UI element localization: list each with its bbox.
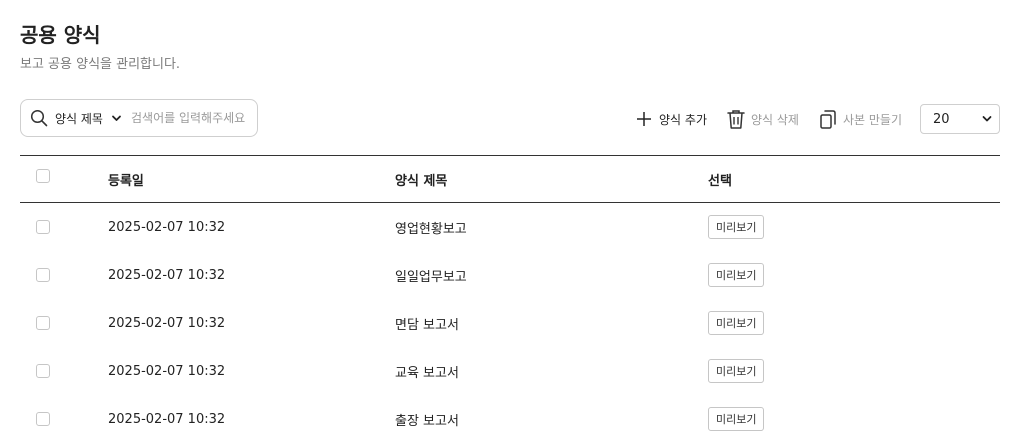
row-date: 2025-02-07 10:32 (108, 363, 226, 379)
row-date: 2025-02-07 10:32 (108, 315, 226, 331)
page-description: 보고 공용 양식을 관리합니다. (20, 57, 181, 72)
column-header-date: 등록일 (108, 173, 144, 189)
preview-button[interactable]: 미리보기 (708, 311, 765, 335)
row-checkbox[interactable] (36, 268, 50, 282)
add-form-button[interactable]: 양식 추가 (633, 108, 707, 130)
copy-icon (817, 108, 839, 130)
toolbar: 양식 추가 양식 삭제 사본 만들기 20 (633, 104, 1000, 134)
table-row: 2025-02-07 10:32 영업현황보고 미리보기 (20, 203, 1000, 251)
row-action-cell: 미리보기 (708, 251, 765, 299)
preview-button[interactable]: 미리보기 (708, 263, 765, 287)
row-action-cell: 미리보기 (708, 299, 765, 347)
search-input[interactable] (130, 111, 253, 125)
row-title: 교육 보고서 (395, 365, 459, 381)
table-row: 2025-02-07 10:32 출장 보고서 미리보기 (20, 395, 1000, 443)
trash-icon (725, 108, 747, 130)
row-checkbox-cell (36, 299, 50, 347)
page-size-value: 20 (933, 111, 950, 127)
row-action-cell: 미리보기 (708, 203, 765, 251)
plus-icon (633, 108, 655, 130)
preview-button[interactable]: 미리보기 (708, 215, 765, 239)
column-header-title: 양식 제목 (395, 173, 448, 189)
delete-form-label: 양식 삭제 (751, 112, 799, 127)
select-all-checkbox[interactable] (36, 169, 50, 183)
row-checkbox[interactable] (36, 412, 50, 426)
row-date: 2025-02-07 10:32 (108, 267, 226, 283)
add-form-label: 양식 추가 (659, 112, 707, 127)
row-title: 일일업무보고 (395, 269, 467, 285)
search-field-label: 양식 제목 (55, 111, 103, 126)
column-header-action: 선택 (708, 173, 732, 189)
preview-button[interactable]: 미리보기 (708, 407, 765, 431)
row-date: 2025-02-07 10:32 (108, 219, 226, 235)
row-date: 2025-02-07 10:32 (108, 411, 226, 427)
row-checkbox-cell (36, 203, 50, 251)
row-title: 면담 보고서 (395, 317, 459, 333)
copy-form-button[interactable]: 사본 만들기 (817, 108, 902, 130)
table-header: 등록일 양식 제목 선택 (20, 155, 1000, 203)
page-title: 공용 양식 (20, 23, 101, 47)
preview-button[interactable]: 미리보기 (708, 359, 765, 383)
forms-table: 등록일 양식 제목 선택 2025-02-07 10:32 영업현황보고 미리보… (20, 155, 1000, 443)
chevron-down-icon (111, 112, 123, 124)
row-checkbox[interactable] (36, 364, 50, 378)
row-action-cell: 미리보기 (708, 395, 765, 443)
delete-form-button[interactable]: 양식 삭제 (725, 108, 799, 130)
table-row: 2025-02-07 10:32 면담 보고서 미리보기 (20, 299, 1000, 347)
row-checkbox[interactable] (36, 316, 50, 330)
chevron-down-icon (981, 113, 993, 125)
search-box: 양식 제목 (20, 99, 258, 137)
row-checkbox-cell (36, 395, 50, 443)
search-field-select[interactable]: 양식 제목 (55, 110, 123, 127)
row-checkbox[interactable] (36, 220, 50, 234)
row-checkbox-cell (36, 251, 50, 299)
table-row: 2025-02-07 10:32 교육 보고서 미리보기 (20, 347, 1000, 395)
row-title: 출장 보고서 (395, 413, 459, 429)
row-checkbox-cell (36, 347, 50, 395)
page-size-select[interactable]: 20 (920, 104, 1000, 134)
row-action-cell: 미리보기 (708, 347, 765, 395)
table-row: 2025-02-07 10:32 일일업무보고 미리보기 (20, 251, 1000, 299)
search-icon (29, 108, 49, 128)
copy-form-label: 사본 만들기 (842, 112, 902, 127)
row-title: 영업현황보고 (395, 221, 467, 237)
header-checkbox-cell (36, 153, 50, 199)
